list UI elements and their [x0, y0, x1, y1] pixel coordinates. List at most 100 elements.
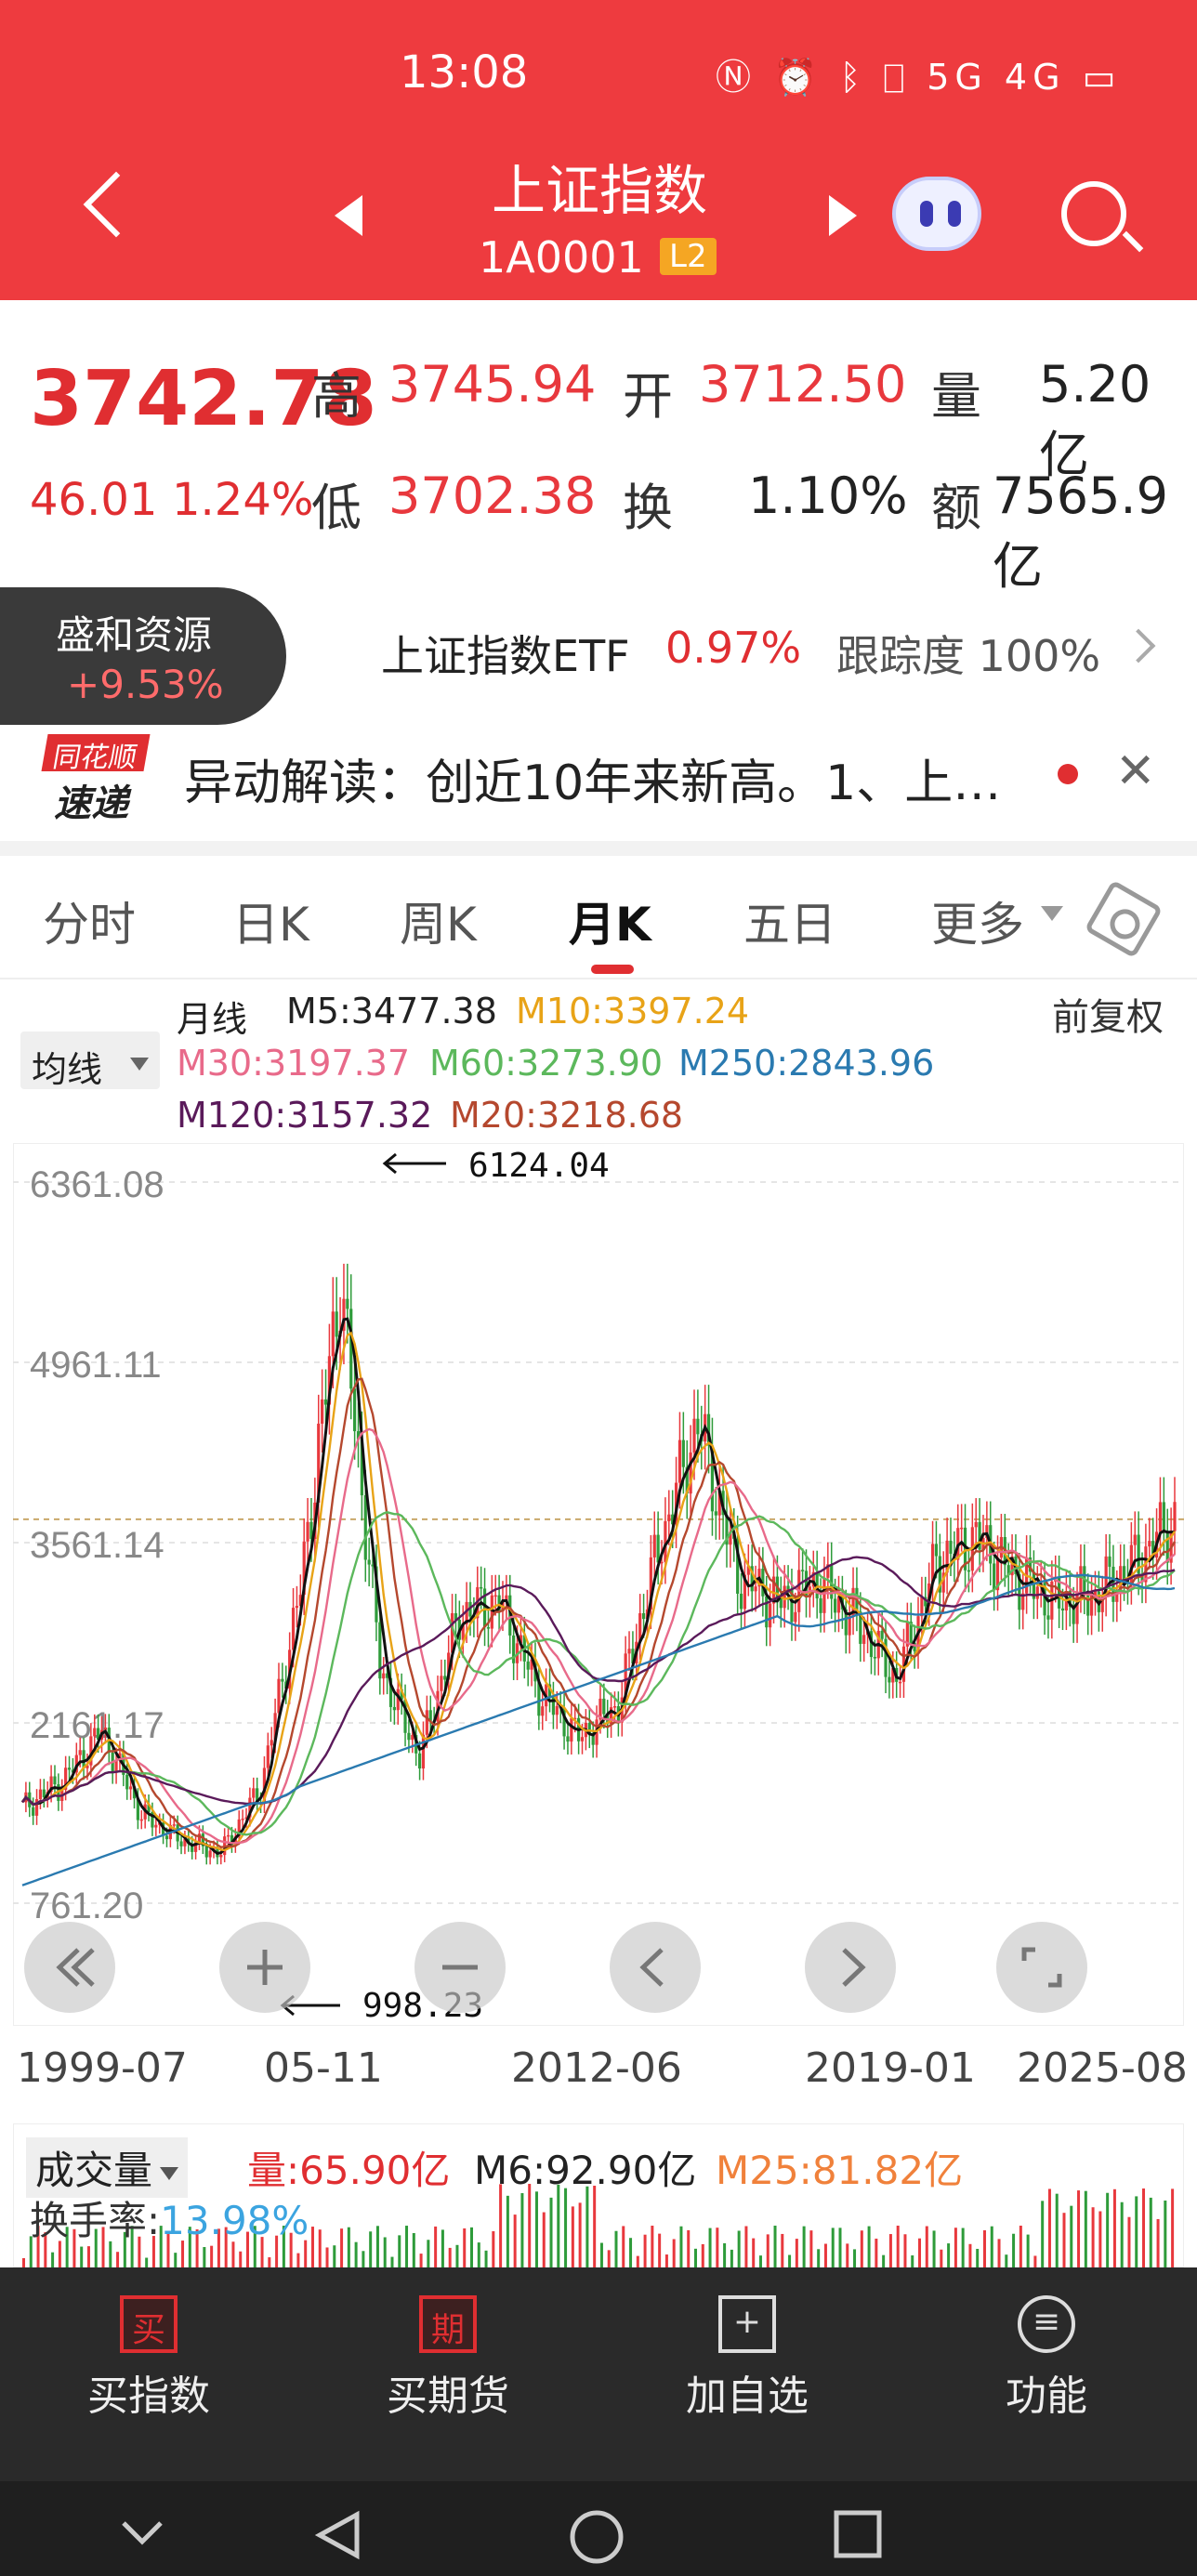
ma-m120: M120:3157.32	[177, 1095, 433, 1136]
volume-bar	[947, 2243, 951, 2267]
volume-bar	[22, 2258, 25, 2267]
volume-bar	[463, 2228, 467, 2267]
candle-body	[786, 1585, 790, 1590]
candle-body	[974, 1521, 978, 1528]
candle-body	[363, 1495, 367, 1560]
candle-body	[323, 1399, 328, 1405]
volume-bar	[716, 2228, 719, 2267]
volume-bar	[664, 2254, 668, 2267]
volume-bar	[867, 2226, 871, 2267]
ma-select-button[interactable]: 均线	[20, 1032, 160, 1090]
tab-monthly-k[interactable]: 月K	[569, 887, 651, 954]
candle-body	[208, 1850, 212, 1858]
volume-bar	[1135, 2196, 1138, 2267]
volume-bar	[918, 2238, 922, 2267]
candle-body	[266, 1745, 270, 1768]
buy-icon: 买	[120, 2295, 178, 2353]
volume-bar	[809, 2230, 813, 2267]
volume-bar	[708, 2228, 712, 2267]
tab-intraday[interactable]: 分时	[43, 887, 136, 954]
rewind-icon[interactable]	[24, 1922, 115, 2013]
candle-body	[1133, 1534, 1137, 1545]
amount-label: 额	[931, 479, 981, 537]
volume-bar	[694, 2248, 698, 2267]
candle-body	[306, 1521, 309, 1542]
next-index-icon[interactable]	[829, 195, 857, 236]
tab-five-day[interactable]: 五日	[743, 887, 836, 954]
volume-bar	[1127, 2216, 1131, 2267]
zoom-out-icon[interactable]	[414, 1922, 506, 2013]
news-headline[interactable]: 异动解读：创近10年来新高。1、上…	[184, 743, 1048, 813]
volume-bar	[997, 2239, 1001, 2267]
volume-bar	[585, 2186, 589, 2267]
x-tick-label: 2019-01	[805, 2044, 976, 2092]
candle-body	[873, 1657, 876, 1659]
volume-bar	[513, 2215, 517, 2267]
candle-body	[512, 1635, 516, 1663]
tab-daily-k[interactable]: 日K	[232, 887, 309, 954]
candle-body	[934, 1544, 939, 1557]
volume-bar	[853, 2249, 857, 2267]
buy-index-button[interactable]: 买 买指数	[74, 2295, 223, 2422]
volume-bar	[1171, 2188, 1175, 2267]
search-icon[interactable]	[1061, 181, 1126, 246]
settings-icon[interactable]	[1084, 879, 1164, 959]
volume-bar	[882, 2254, 886, 2267]
candle-body	[425, 1710, 428, 1735]
volume-bar	[1019, 2226, 1022, 2267]
candle-body	[555, 1705, 559, 1715]
logo-bottom: 速递	[54, 782, 128, 825]
hot-stock-bubble[interactable]: 盛和资源 +9.53%	[0, 587, 286, 725]
scroll-left-icon[interactable]	[610, 1922, 701, 2013]
active-tab-indicator	[591, 965, 634, 974]
functions-button[interactable]: ≡ 功能	[972, 2295, 1121, 2422]
prev-index-icon[interactable]	[335, 195, 362, 236]
volume-bar	[1149, 2197, 1152, 2267]
zoom-in-icon[interactable]	[219, 1922, 310, 2013]
kline-chart[interactable]: 6361.08 4961.11 3561.14 2161.17 761.20 6124.…	[13, 1143, 1184, 2026]
nav-recents-icon[interactable]	[833, 2509, 883, 2559]
candle-body	[392, 1706, 396, 1711]
volume-bar	[369, 2231, 373, 2267]
volume-bar	[643, 2234, 647, 2267]
chevron-right-icon[interactable]	[1121, 628, 1156, 664]
ma-m5: M5:3477.38	[286, 991, 497, 1032]
volume-bar	[802, 2226, 806, 2267]
scroll-right-icon[interactable]	[805, 1922, 896, 2013]
volume-bar	[846, 2243, 849, 2267]
functions-label: 功能	[1006, 2372, 1087, 2420]
hot-stock-name: 盛和资源	[56, 612, 213, 658]
close-icon[interactable]: ✕	[1115, 743, 1156, 799]
candle-body	[681, 1439, 685, 1467]
candle-body	[602, 1698, 606, 1715]
level-badge: L2	[660, 238, 717, 275]
candle-body	[219, 1855, 223, 1858]
volume-bar	[1033, 2255, 1037, 2267]
candle-body	[241, 1819, 244, 1820]
collapse-icon[interactable]	[119, 2509, 165, 2556]
buy-futures-button[interactable]: 期 买期货	[374, 2295, 522, 2422]
tab-weekly-k[interactable]: 周K	[400, 887, 477, 954]
tab-more[interactable]: 更多	[931, 887, 1024, 954]
candle-body	[129, 1786, 133, 1790]
candle-body	[38, 1789, 43, 1800]
candle-body	[367, 1559, 371, 1565]
etf-name[interactable]: 上证指数ETF	[381, 623, 630, 684]
nav-back-icon[interactable]	[312, 2509, 364, 2561]
adjust-mode[interactable]: 前复权	[1052, 987, 1164, 1041]
assistant-robot-icon[interactable]	[892, 177, 981, 251]
nav-home-icon[interactable]	[569, 2509, 625, 2565]
add-watchlist-button[interactable]: + 加自选	[673, 2295, 822, 2422]
candle-body	[949, 1540, 953, 1554]
volume-label: 量	[931, 367, 981, 426]
volume-bar	[448, 2247, 452, 2267]
volume-bar	[622, 2226, 625, 2267]
candle-body	[252, 1788, 256, 1798]
candle-body	[204, 1846, 208, 1858]
price-change-pct: 1.24%	[172, 474, 314, 526]
back-icon[interactable]	[83, 171, 150, 238]
volume-bar	[1077, 2190, 1081, 2267]
volume-bar	[875, 2238, 878, 2267]
fullscreen-icon[interactable]	[996, 1922, 1087, 2013]
candle-body	[421, 1734, 426, 1769]
